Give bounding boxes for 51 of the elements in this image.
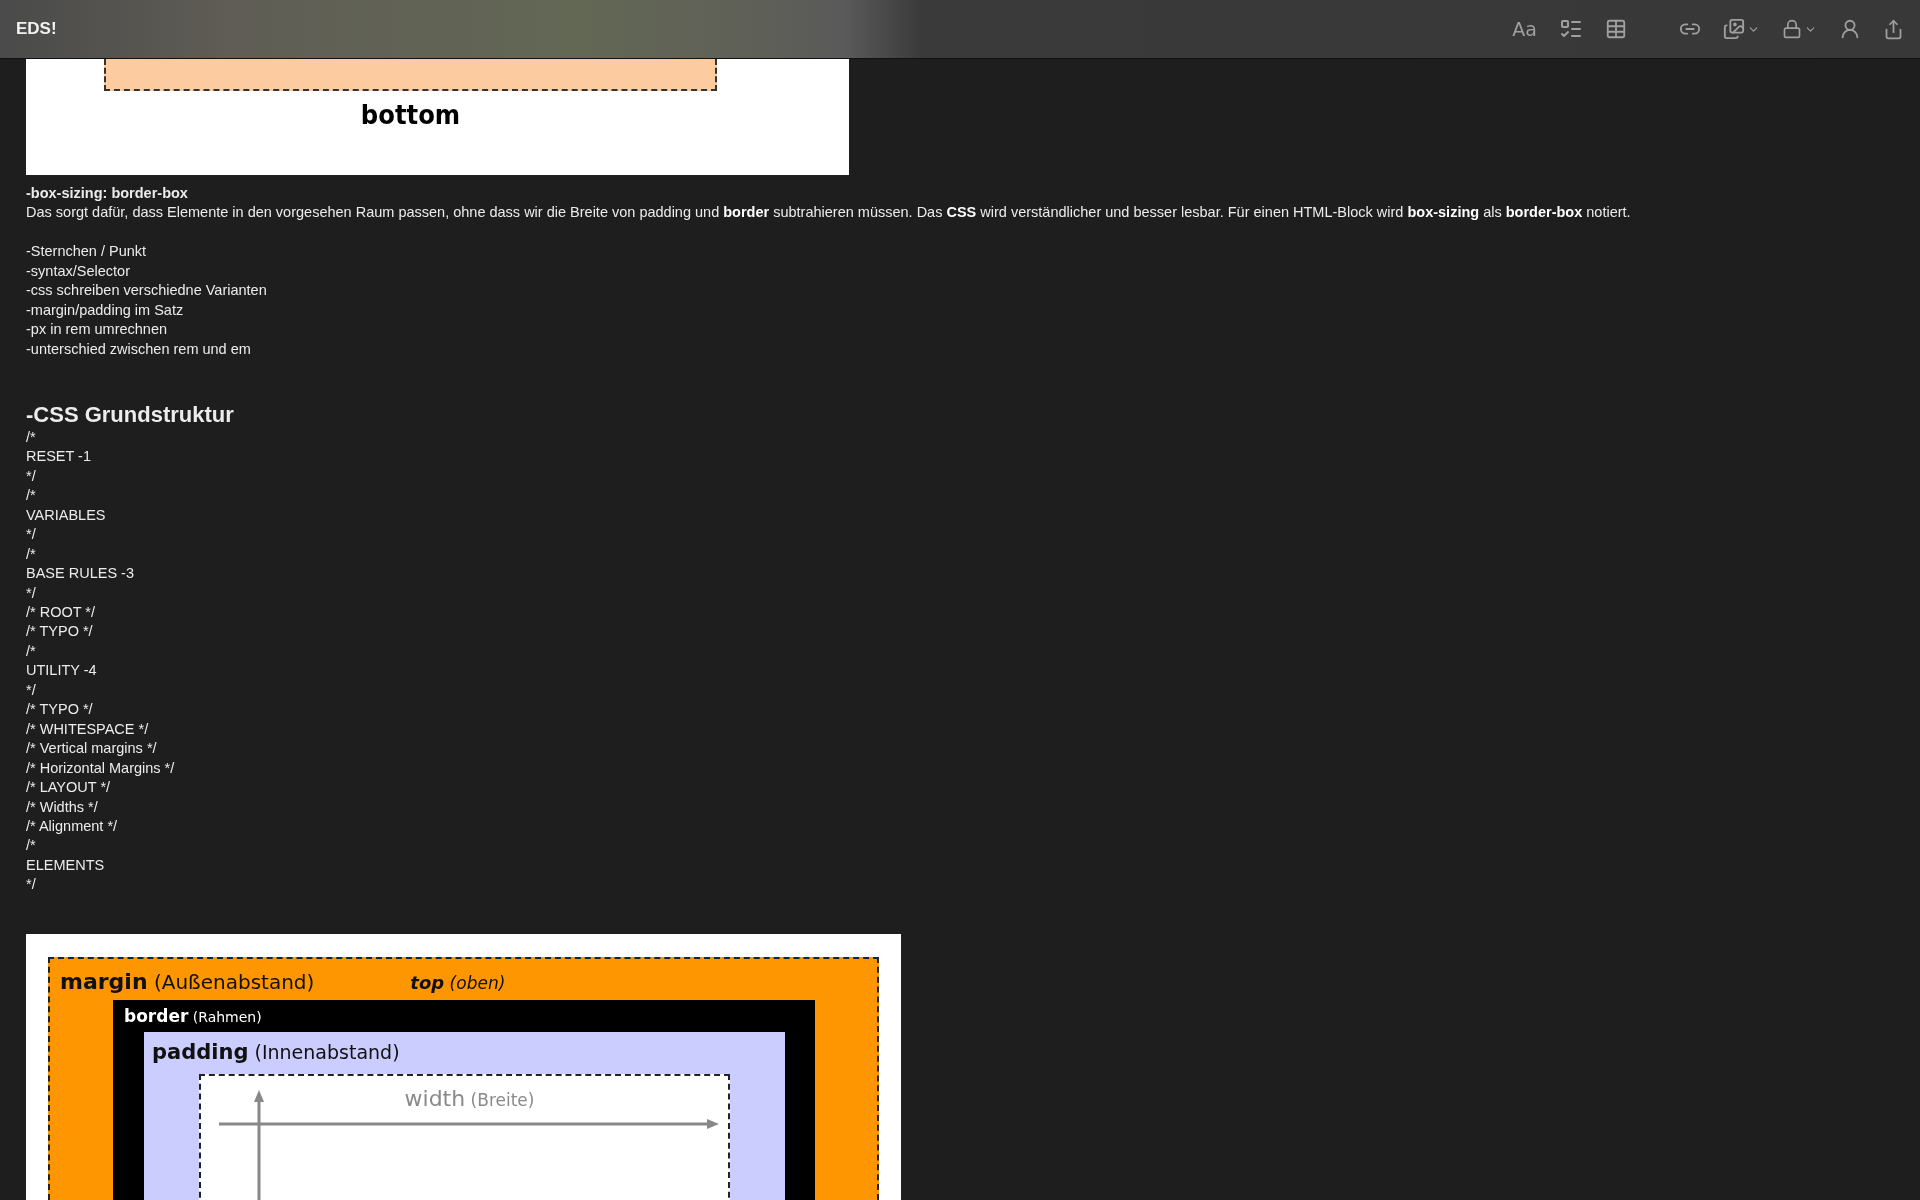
subheading: -box-sizing: border-box	[26, 184, 189, 203]
note-line: /* ROOT */	[26, 603, 97, 622]
note-line: /* Vertical margins */	[26, 739, 158, 759]
window-title: EDS!	[16, 19, 57, 39]
table-icon[interactable]	[1605, 18, 1627, 40]
note-line: /* Horizontal Margins */	[26, 758, 176, 778]
note-line: -css schreiben verschiedne Varianten	[26, 281, 268, 301]
note-line: /*	[26, 486, 37, 506]
note-line: VARIABLES	[26, 505, 107, 525]
note-line: -Sternchen / Punkt	[26, 242, 148, 262]
note-line: /* Widths */	[26, 797, 99, 817]
note-line: -unterschied zwischen rem und em	[26, 339, 252, 359]
collaborate-icon[interactable]	[1839, 18, 1861, 40]
share-icon[interactable]	[1883, 18, 1904, 40]
format-button[interactable]: Aa	[1512, 18, 1537, 40]
note-line: BASE RULES -3	[26, 564, 135, 584]
note-line: /* Alignment */	[26, 817, 119, 836]
top-gloss: (oben)	[448, 972, 506, 993]
note-line: */	[26, 525, 37, 545]
note-line: /* TYPO */	[26, 622, 94, 642]
note-line: UTILITY -4	[26, 661, 98, 681]
margin-gloss: (Außenabstand)	[152, 969, 315, 994]
note-line: -margin/padding im Satz	[26, 300, 185, 320]
margin-label: margin	[60, 968, 148, 994]
note-line: RESET -1	[26, 447, 92, 467]
note-line: /* LAYOUT */	[26, 778, 112, 798]
media-icon[interactable]	[1723, 18, 1760, 40]
note-line: */	[26, 680, 37, 700]
note-line: */	[26, 875, 37, 895]
note-line: -syntax/Selector	[26, 261, 131, 281]
lock-icon[interactable]	[1782, 19, 1817, 39]
width-gloss: (Breite)	[469, 1089, 535, 1110]
image-label: bottom	[360, 99, 461, 130]
padding-gloss: (Innenabstand)	[253, 1040, 400, 1063]
width-label: width	[404, 1085, 466, 1111]
note-line: /*	[26, 836, 37, 856]
note-line: */	[26, 466, 37, 486]
note-line: Das sorgt dafür, dass Elemente in den vorgesehen Raum passen, ohne dass wir die Breite von padding und border subtrahieren müssen. Das CSS wird verständlicher und besser lesbar. Für einen HTML-Block wird box-sizing als border-box notiert.	[26, 203, 1632, 223]
section-heading: -CSS Grundstruktur	[26, 401, 235, 428]
note-line: /* WHITESPACE */	[26, 719, 150, 739]
note-line: */	[26, 583, 37, 603]
note-line: /* TYPO */	[26, 700, 94, 720]
note-line: ELEMENTS	[26, 855, 106, 875]
note-line: -px in rem umrechnen	[26, 320, 169, 340]
note-line: /*	[26, 427, 37, 447]
note-line: /*	[26, 641, 37, 661]
note-line: /*	[26, 544, 37, 564]
padding-label: padding	[152, 1039, 249, 1064]
border-gloss: (Rahmen)	[191, 1008, 262, 1025]
border-label: border	[124, 1005, 189, 1026]
top-label: top	[410, 971, 445, 993]
